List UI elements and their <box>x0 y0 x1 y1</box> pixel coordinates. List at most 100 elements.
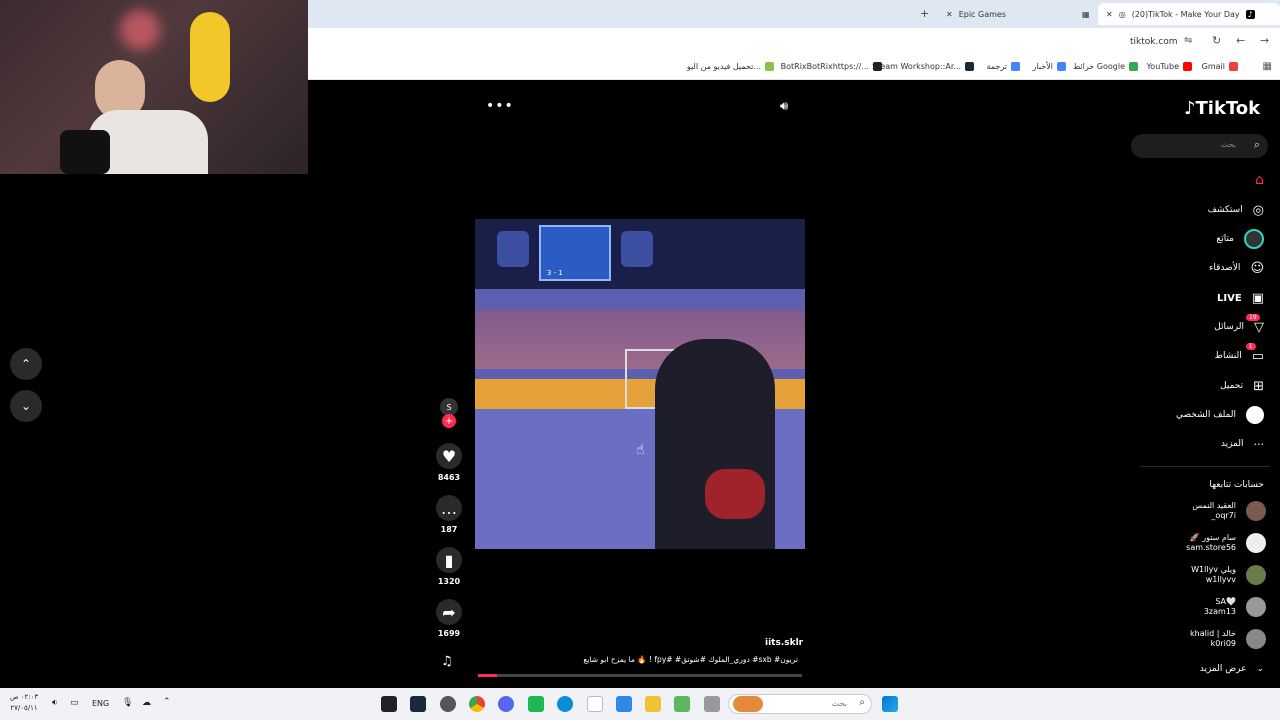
task-view-icon[interactable] <box>704 696 720 712</box>
following-account[interactable]: 🚀 سام ستور sam.store56 <box>1186 533 1266 553</box>
url-field[interactable]: tiktok.com <box>1130 37 1178 47</box>
app-icon[interactable] <box>528 696 544 712</box>
bookmark-maps[interactable]: خرائط Google <box>1073 62 1138 71</box>
more-options-icon[interactable]: ••• <box>486 98 514 114</box>
steam-icon[interactable] <box>410 696 426 712</box>
nav-home[interactable]: ⌂ <box>1245 170 1264 190</box>
tiktok-favicon-icon: ♪ <box>1245 9 1255 19</box>
cloud-icon[interactable]: ☁︎ <box>142 698 151 708</box>
share-button[interactable]: ➦ 1699 <box>436 599 462 638</box>
discord-icon[interactable] <box>498 696 514 712</box>
video-author[interactable]: iits.sklr <box>765 638 803 648</box>
account-name: khalid | خالد <box>1190 629 1236 638</box>
apps-grid-icon[interactable]: ▦ <box>1263 61 1272 72</box>
clock[interactable]: ٠٢:٠٣ ص ٢٧/٠٥/١١ <box>10 692 38 714</box>
nav-profile[interactable]: الملف الشخصي <box>1176 405 1264 425</box>
edge-icon[interactable] <box>557 696 573 712</box>
messages-icon: ▽ 19 <box>1246 313 1264 335</box>
nav-activity[interactable]: النشاط ▭ 1 <box>1215 342 1264 366</box>
following-account[interactable]: العقيد النمس _oqr7i <box>1192 501 1266 521</box>
nav-live[interactable]: LIVE ▣ <box>1217 288 1264 308</box>
network-icon[interactable]: ▭ <box>70 698 79 708</box>
video-progress-track[interactable] <box>478 674 802 677</box>
bookmark-translate[interactable]: ترجمة <box>987 62 1020 71</box>
bookmark-youtube[interactable]: YouTube <box>1146 62 1192 71</box>
nav-friends[interactable]: الأصدقاء ☺ <box>1209 258 1264 278</box>
nav-label: تحميل <box>1220 381 1244 391</box>
tab-tiktok[interactable]: ✕ ◎ (20)TikTok - Make Your Day ♪ <box>1098 3 1280 25</box>
bookmark-label: BotRixBotRixhttps://... <box>780 62 869 71</box>
epic-games-icon[interactable] <box>381 696 397 712</box>
reload-icon[interactable]: ↻ <box>1212 34 1221 47</box>
close-icon[interactable]: ✕ <box>1106 10 1113 19</box>
bookmark-gmail[interactable]: Gmail <box>1202 62 1238 71</box>
logo-text: TikTok <box>1195 98 1261 119</box>
close-icon[interactable]: ✕ <box>946 10 953 19</box>
jumbotron: 3 - 1 <box>539 225 611 281</box>
upload-icon: ⊞ <box>1253 378 1264 394</box>
nav-upload[interactable]: تحميل ⊞ <box>1220 376 1264 396</box>
new-tab-icon[interactable]: + <box>920 7 929 20</box>
account-name: W1llyv ويلي <box>1191 565 1236 574</box>
comment-count: 187 <box>440 525 458 534</box>
site-settings-icon[interactable]: ⇋ <box>1184 35 1192 46</box>
folder-icon[interactable] <box>645 696 661 712</box>
language-indicator[interactable]: ENG <box>92 699 109 708</box>
tab-epic-games[interactable]: ✕ Epic Games ▦ <box>938 3 1098 25</box>
bookmark-news[interactable]: الأخبار <box>1033 62 1066 71</box>
back-icon[interactable]: ← <box>1236 34 1245 47</box>
bookmark-label: YouTube <box>1146 62 1179 71</box>
follow-plus-button[interactable]: + <box>442 414 456 428</box>
windows-start-icon[interactable] <box>882 696 898 712</box>
see-more-link[interactable]: عرض المزيد ⌄ <box>1200 664 1264 674</box>
bookmark-youtube-downloader[interactable]: تحميل فيديو من اليو... <box>687 62 774 71</box>
nav-messages[interactable]: الرسائل ▽ 19 <box>1214 313 1264 337</box>
previous-video-button[interactable]: ⌃ <box>10 348 42 380</box>
nav-more[interactable]: المزيد ··· <box>1221 434 1264 454</box>
nav-label: الأصدقاء <box>1209 263 1241 273</box>
heart-icon: ♥ <box>436 443 462 469</box>
scoreboard-text: 3 - 1 <box>547 269 563 277</box>
music-disc-icon[interactable]: ♫ <box>441 654 453 669</box>
bookmark-steam[interactable]: Steam Workshop::Ar... <box>872 62 974 71</box>
avatar <box>1246 533 1266 553</box>
like-count: 8463 <box>437 473 461 482</box>
following-account[interactable]: khalid | خالد k0ri09 <box>1190 629 1266 649</box>
taskbar-search[interactable]: بحث ⌕ <box>728 694 872 714</box>
chevron-up-icon[interactable]: ⌃ <box>163 697 171 707</box>
video-player[interactable]: 3 - 1 <box>475 219 805 549</box>
next-video-button[interactable]: ⌄ <box>10 390 42 422</box>
avatar <box>1246 565 1266 585</box>
volume-icon[interactable]: 🔊︎ <box>780 99 788 114</box>
tiktok-logo[interactable]: ♪TikTok <box>1184 98 1260 119</box>
following-account[interactable]: W1llyv ويلي w1llyvv <box>1191 565 1266 585</box>
bookmark-icon: ▮ <box>436 547 462 573</box>
gmail-icon <box>1229 62 1238 71</box>
search-input[interactable]: بحث ⌕ <box>1131 134 1268 158</box>
file-icon[interactable] <box>587 696 603 712</box>
comment-button[interactable]: … 187 <box>436 495 462 534</box>
search-icon[interactable]: ⌕ <box>1254 138 1260 152</box>
bookmark-botrix[interactable]: BotRixBotRixhttps://... <box>781 62 882 71</box>
translate-icon <box>1011 62 1020 71</box>
chrome-icon[interactable] <box>469 696 485 712</box>
nav-explore[interactable]: استكشف ◎ <box>1208 200 1264 220</box>
volume-tray-icon[interactable]: 🔉︎ <box>52 698 58 708</box>
like-button[interactable]: ♥ 8463 <box>436 443 462 482</box>
maps-icon <box>1129 62 1138 71</box>
following-account[interactable]: SA🤍 3zam13 <box>1204 597 1266 617</box>
forward-icon[interactable]: → <box>1260 34 1269 47</box>
game-icon[interactable] <box>674 696 690 712</box>
botrix-icon <box>873 62 882 71</box>
facebook-icon[interactable] <box>616 696 632 712</box>
save-count: 1320 <box>437 577 461 586</box>
settings-icon[interactable] <box>440 696 456 712</box>
account-name: 🚀 سام ستور <box>1189 533 1236 542</box>
save-button[interactable]: ▮ 1320 <box>436 547 462 586</box>
clock-time: ٠٢:٠٣ ص <box>10 693 39 701</box>
bookmark-label: Gmail <box>1201 62 1225 71</box>
microphone-icon[interactable]: 🎙︎ <box>122 698 133 708</box>
nav-following[interactable]: متابَع <box>1216 229 1264 249</box>
tiktok-note-icon: ♪ <box>1184 98 1196 119</box>
taskbar: ٠٢:٠٣ ص ٢٧/٠٥/١١ 🔉︎ ▭ ENG 🎙︎ ☁︎ ⌃ بحث ⌕ <box>0 688 1280 720</box>
